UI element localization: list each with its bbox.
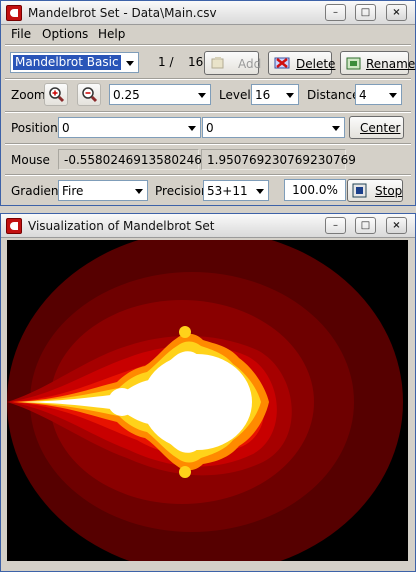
menu-file[interactable]: File (11, 27, 31, 41)
menu-bar: File Options Help (1, 25, 415, 43)
zoom-out-button[interactable] (77, 83, 101, 106)
chevron-down-icon (188, 126, 196, 131)
app-icon (6, 5, 22, 21)
zoom-percent-field: 100.0% (284, 179, 346, 201)
chevron-down-icon (332, 126, 340, 131)
position-y-value: 0 (206, 121, 214, 135)
menu-separator (5, 44, 411, 46)
rename-label-text: Rename (366, 57, 416, 71)
stop-label-text: Stop (375, 184, 403, 198)
row-separator-2 (5, 111, 411, 113)
gradient-value: Fire (62, 184, 84, 198)
chevron-down-icon (389, 93, 397, 98)
mandelbrot-render (7, 240, 403, 561)
delete-icon (274, 56, 290, 70)
delete-label-text: Delete (296, 57, 336, 71)
level-label: Level (219, 88, 251, 102)
magnifier-minus-icon (81, 86, 98, 103)
add-icon (210, 56, 226, 70)
center-label: Center (360, 121, 400, 135)
chevron-down-icon (286, 93, 294, 98)
stop-label: Stop (375, 184, 402, 198)
precision-label: Precision (155, 184, 209, 198)
preset-index: 1 / (158, 55, 174, 69)
preset-select[interactable]: Mandelbrot Basic (10, 52, 139, 73)
rename-label: Rename (366, 57, 415, 71)
row-separator-4 (5, 174, 411, 176)
fractal-cardioid (142, 354, 252, 450)
distance-value: 4 (359, 88, 367, 102)
chevron-down-icon (256, 189, 264, 194)
mouse-label: Mouse (11, 153, 50, 167)
add-button[interactable]: Add (204, 51, 262, 75)
zoom-value: 0.25 (113, 88, 140, 102)
position-x-value: 0 (62, 121, 70, 135)
chevron-down-icon (126, 61, 134, 66)
minimize-button[interactable]: – (325, 217, 346, 234)
main-window-title: Mandelbrot Set - Data\Main.csv (28, 6, 217, 20)
main-titlebar[interactable]: Mandelbrot Set - Data\Main.csv – □ × (1, 1, 415, 25)
row-separator-1 (5, 78, 411, 80)
stop-icon (352, 183, 368, 198)
minimize-button[interactable]: – (325, 4, 346, 21)
row-separator-3 (5, 143, 411, 145)
center-label-text: Center (360, 121, 401, 135)
distance-label: Distance (307, 88, 360, 102)
precision-value: 53+11 (207, 184, 248, 198)
distance-select[interactable]: 4 (355, 84, 402, 105)
fractal-bulb-bottom (179, 466, 191, 478)
position-label: Position (11, 121, 58, 135)
level-select[interactable]: 16 (251, 84, 299, 105)
rename-icon (346, 56, 362, 70)
mouse-x-field: -0.55802469135802469 (58, 149, 210, 170)
delete-label: Delete (296, 57, 335, 71)
zoom-in-button[interactable] (44, 83, 68, 106)
maximize-button[interactable]: □ (355, 217, 376, 234)
center-button[interactable]: Center (349, 116, 404, 139)
fractal-bulb-left (108, 388, 136, 416)
visualization-titlebar[interactable]: Visualization of Mandelbrot Set – □ × (1, 214, 415, 238)
position-y-select[interactable]: 0 (202, 117, 345, 138)
visualization-window-title: Visualization of Mandelbrot Set (28, 219, 215, 233)
main-window: Mandelbrot Set - Data\Main.csv – □ × Fil… (0, 0, 416, 206)
stop-button[interactable]: Stop (347, 179, 403, 202)
mouse-y-field: 1.950769230769230769 (201, 149, 356, 170)
level-value: 16 (255, 88, 271, 102)
fractal-canvas[interactable] (7, 240, 408, 561)
mouse-y-value: 1.950769230769230769 (207, 153, 356, 167)
rename-button[interactable]: Rename (340, 51, 415, 75)
preset-value: Mandelbrot Basic (13, 55, 121, 70)
maximize-button[interactable]: □ (355, 4, 376, 21)
zoom-label: Zoom (11, 88, 46, 102)
mouse-x-value: -0.55802469135802469 (64, 153, 210, 167)
add-label: Add (238, 57, 262, 71)
precision-select[interactable]: 53+11 (203, 180, 269, 201)
menu-options[interactable]: Options (42, 27, 88, 41)
chevron-down-icon (198, 93, 206, 98)
zoom-select[interactable]: 0.25 (109, 84, 211, 105)
menu-help[interactable]: Help (98, 27, 125, 41)
gradient-label: Gradient (11, 184, 64, 198)
app-icon (6, 218, 22, 234)
close-button[interactable]: × (386, 217, 407, 234)
chevron-down-icon (135, 189, 143, 194)
magnifier-plus-icon (48, 86, 65, 103)
fractal-bulb-top (179, 326, 191, 338)
position-x-select[interactable]: 0 (58, 117, 201, 138)
gradient-select[interactable]: Fire (58, 180, 148, 201)
preset-total: 16 (188, 55, 204, 69)
close-button[interactable]: × (386, 4, 407, 21)
delete-button[interactable]: Delete (268, 51, 335, 75)
